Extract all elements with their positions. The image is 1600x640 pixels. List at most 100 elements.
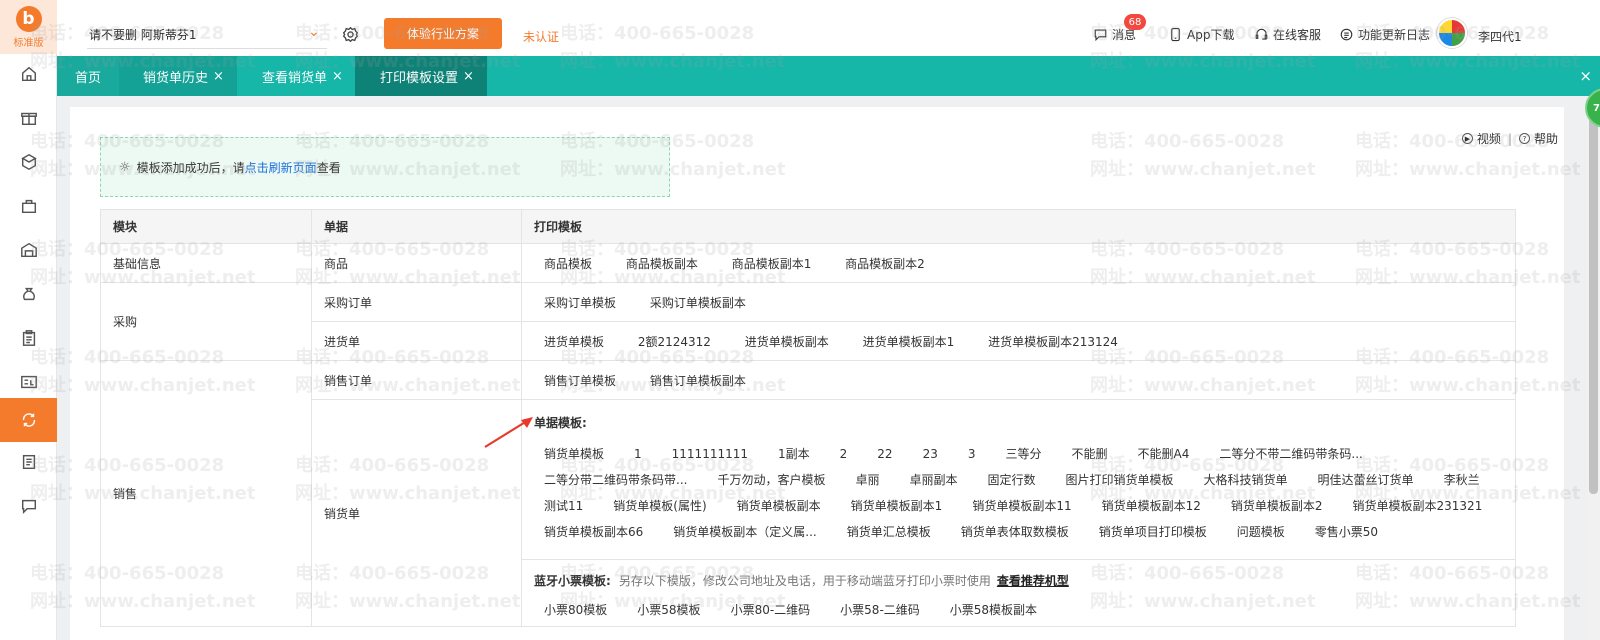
template-link[interactable]: 销货单汇总模板 [847, 523, 931, 540]
template-link[interactable]: 销货单模板副本11 [972, 497, 1071, 514]
template-link[interactable]: 三等分 [1006, 445, 1042, 462]
sidebar-box[interactable] [0, 140, 57, 184]
sidebar-document[interactable] [0, 440, 57, 484]
template-link[interactable]: 采购订单模板 [544, 294, 616, 311]
refresh-page-link[interactable]: 点击刷新页面 [245, 159, 317, 176]
app-logo[interactable]: b 标准版 [0, 0, 57, 54]
sidebar-home[interactable] [0, 52, 57, 96]
template-link[interactable]: 销货单模板副本（定义属... [673, 523, 816, 540]
question-icon: ? [1518, 133, 1530, 144]
template-link[interactable]: 固定行数 [988, 471, 1036, 488]
template-link[interactable]: 测试11 [544, 497, 583, 514]
table-row: 进货单 进货单模板 2额2124312 进货单模板副本 进货单模板副本1 进货单… [101, 321, 1516, 361]
company-selector[interactable]: 请不要删 阿斯蒂芬1 [89, 26, 196, 43]
close-icon[interactable]: × [332, 69, 343, 84]
template-link[interactable]: 小票80-二维码 [731, 601, 811, 618]
sidebar-sales[interactable] [0, 398, 57, 442]
tab-view-sales-invoice[interactable]: 查看销货单 × [237, 56, 355, 96]
template-link[interactable]: 销货单模板副本2 [1231, 497, 1323, 514]
tab-home[interactable]: 首页 [57, 56, 119, 96]
template-link[interactable]: 3 [968, 447, 976, 461]
template-link[interactable]: 采购订单模板副本 [650, 294, 746, 311]
template-link[interactable]: 23 [923, 447, 938, 461]
video-link[interactable]: 视频 [1477, 130, 1501, 147]
template-link[interactable]: 销货单模板副本1 [851, 497, 943, 514]
template-link[interactable]: 商品模板 [544, 255, 592, 272]
user-name[interactable]: 李四代1 [1478, 28, 1522, 45]
template-link[interactable]: 销货单项目打印模板 [1099, 523, 1207, 540]
template-link[interactable]: 销货单模板副本231321 [1353, 497, 1483, 514]
template-link[interactable]: 2额2124312 [638, 333, 711, 350]
template-link[interactable]: 二等分带二维码带条码带... [544, 471, 687, 488]
table-row: 销货单 单据模板: 销货单模板 1 1111111111 1副本 2 22 23 3 三等分 不能… [101, 399, 1516, 627]
vertical-scrollbar[interactable] [1587, 96, 1600, 640]
template-link[interactable]: 小票58模板副本 [950, 601, 1037, 618]
online-service-button[interactable]: 在线客服 [1254, 26, 1321, 43]
template-link[interactable]: 李秋兰 [1444, 471, 1480, 488]
template-link[interactable]: 不能删A4 [1138, 445, 1190, 462]
tab-sales-history[interactable]: 销货单历史 × [119, 56, 237, 96]
sidebar-bag[interactable] [0, 184, 57, 228]
template-link[interactable]: 小票58模板 [637, 601, 700, 618]
module-cell: 基础信息 [100, 243, 312, 283]
chevron-down-icon[interactable]: ⌄ [308, 24, 320, 40]
sidebar-chat[interactable] [0, 484, 57, 528]
help-link[interactable]: 帮助 [1534, 130, 1558, 147]
template-link[interactable]: 销货单模板 [544, 445, 604, 462]
sidebar-warehouse[interactable] [0, 228, 57, 272]
template-link[interactable]: 卓丽副本 [909, 471, 957, 488]
sidebar-gift[interactable] [0, 96, 57, 140]
template-link[interactable]: 进货单模板副本 [745, 333, 829, 350]
template-link[interactable]: 进货单模板 [544, 333, 604, 350]
template-link[interactable]: 销货单模板副本 [737, 497, 821, 514]
top-header: 请不要删 阿斯蒂芬1 ⌄ 体验行业方案 未认证 消息 68 App下载 在线客服… [57, 0, 1600, 56]
tab-print-template-settings[interactable]: 打印模板设置 × [355, 56, 487, 96]
report-icon [20, 375, 37, 389]
template-link[interactable]: 大格科技销货单 [1204, 471, 1288, 488]
company-underline [87, 48, 327, 49]
template-link[interactable]: 销售订单模板 [544, 372, 616, 389]
template-link[interactable]: 销货单模板副本12 [1102, 497, 1201, 514]
template-link[interactable]: 销售订单模板副本 [650, 372, 746, 389]
edition-label: 标准版 [13, 37, 44, 49]
app-download-button[interactable]: App下载 [1168, 26, 1234, 43]
template-link[interactable]: 二等分不带二维码带条码... [1219, 445, 1362, 462]
template-link[interactable]: 1副本 [778, 445, 810, 462]
template-link[interactable]: 2 [840, 447, 848, 461]
table-row: 采购 采购订单 采购订单模板 采购订单模板副本 [100, 282, 1516, 361]
template-link[interactable]: 销货单模板(属性) [613, 497, 706, 514]
template-link[interactable]: 问题模板 [1237, 523, 1285, 540]
close-icon[interactable]: × [463, 69, 474, 84]
sidebar-clipboard[interactable] [0, 316, 57, 360]
template-link[interactable]: 图片打印销货单模板 [1066, 471, 1174, 488]
template-link[interactable]: 销货单表体取数模板 [961, 523, 1069, 540]
template-link[interactable]: 1 [634, 447, 642, 461]
settings-button[interactable] [342, 26, 359, 46]
recommended-models-link[interactable]: 查看推荐机型 [997, 574, 1069, 588]
template-link[interactable]: 销货单模板副本66 [544, 523, 643, 540]
template-link[interactable]: 1111111111 [672, 447, 748, 461]
template-link[interactable]: 进货单模板副本1 [863, 333, 955, 350]
template-link[interactable]: 22 [877, 447, 892, 461]
template-link[interactable]: 小票58-二维码 [840, 601, 920, 618]
template-link[interactable]: 零售小票50 [1315, 523, 1378, 540]
template-link[interactable]: 小票80模板 [544, 601, 607, 618]
trial-industry-button[interactable]: 体验行业方案 [384, 18, 502, 49]
template-link[interactable]: 进货单模板副本213124 [988, 333, 1118, 350]
close-all-tabs-icon[interactable]: × [1579, 67, 1592, 85]
template-link[interactable]: 千万勿动，客户模板 [717, 471, 825, 488]
template-link[interactable]: 商品模板副本1 [732, 255, 812, 272]
template-link[interactable]: 卓丽 [855, 471, 879, 488]
unverified-link[interactable]: 未认证 [523, 28, 559, 45]
sidebar-money[interactable] [0, 272, 57, 316]
changelog-button[interactable]: 功能更新日志 [1339, 26, 1430, 43]
template-link[interactable]: 商品模板副本2 [845, 255, 925, 272]
help-separator: | [1507, 131, 1512, 146]
document-icon [22, 454, 35, 470]
scrollbar-thumb[interactable] [1589, 118, 1598, 494]
template-link[interactable]: 不能删 [1072, 445, 1108, 462]
avatar[interactable] [1437, 18, 1467, 48]
close-icon[interactable]: × [213, 69, 224, 84]
template-link[interactable]: 商品模板副本 [626, 255, 698, 272]
template-link[interactable]: 明佳达蕾丝订货单 [1318, 471, 1414, 488]
